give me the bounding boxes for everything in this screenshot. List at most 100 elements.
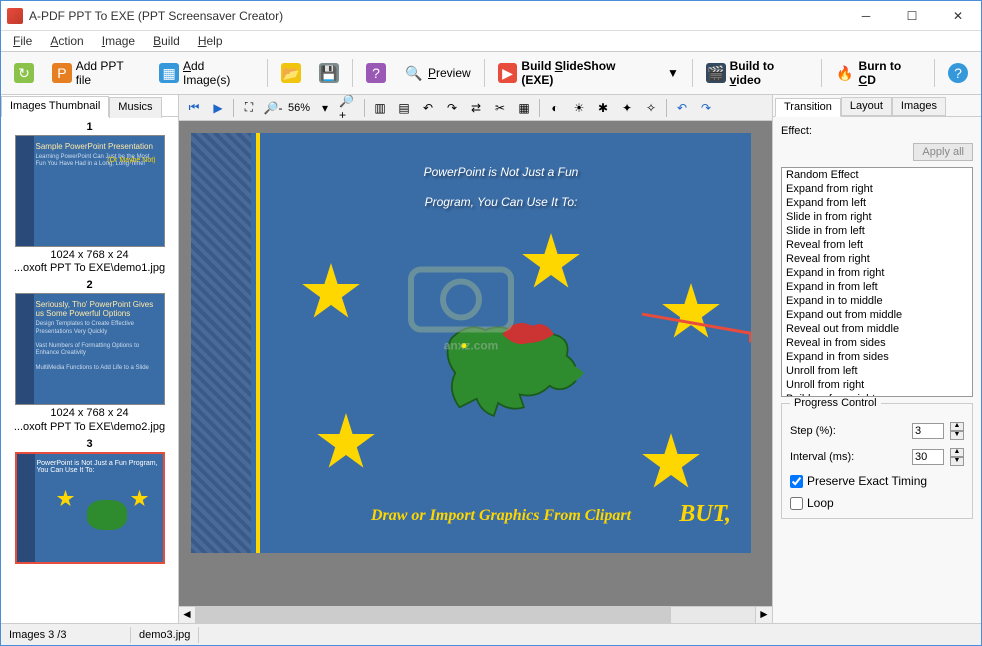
brightness-up-button[interactable]: ☀	[568, 98, 590, 118]
list-item[interactable]: Reveal out from middle	[782, 322, 972, 336]
fit-window-button[interactable]: ⛶	[238, 98, 260, 118]
film-icon: 🎬	[706, 63, 726, 83]
list-item[interactable]: Unroll from left	[782, 364, 972, 378]
main-toolbar: ↻ PAdd PPT file ▦Add Image(s) 📂 💾 ? 🔍Pre…	[1, 51, 981, 95]
tab-images[interactable]: Images	[892, 97, 946, 116]
menu-file[interactable]: File	[5, 32, 40, 50]
thumbnail-3[interactable]: 3 PowerPoint is Not Just a Fun Program, …	[5, 438, 174, 564]
step-up-button[interactable]: ▲	[950, 422, 964, 431]
add-ppt-button[interactable]: PAdd PPT file	[45, 57, 148, 89]
list-item[interactable]: Expand in from left	[782, 280, 972, 294]
list-item[interactable]: Slide in from right	[782, 210, 972, 224]
undo-button[interactable]: ↶	[671, 98, 693, 118]
build-slideshow-dropdown[interactable]: ▼	[660, 57, 686, 89]
list-item[interactable]: Expand in from sides	[782, 350, 972, 364]
flip-h-button[interactable]: ▥	[369, 98, 391, 118]
refresh-icon: ↻	[14, 63, 34, 83]
contrast-button[interactable]: ◐	[544, 98, 566, 118]
menu-bar: File Action Image Build Help	[1, 31, 981, 51]
help-small-button[interactable]: ?	[359, 57, 393, 89]
thumbnail-1[interactable]: 1 Sample PowerPoint PresentationLearning…	[5, 121, 174, 275]
menu-build[interactable]: Build	[145, 32, 188, 50]
list-item[interactable]: Expand from right	[782, 182, 972, 196]
mirror-button[interactable]: ⇄	[465, 98, 487, 118]
list-item[interactable]: Reveal in from sides	[782, 336, 972, 350]
effect1-button[interactable]: ✦	[616, 98, 638, 118]
horizontal-scrollbar[interactable]: ◄ ►	[179, 606, 772, 623]
slideshow-icon: ▶	[498, 63, 518, 83]
status-bar: Images 3 /3 demo3.jpg	[1, 623, 981, 645]
zoom-out-button[interactable]: 🔎-	[262, 98, 284, 118]
build-video-button[interactable]: 🎬Build to video	[699, 57, 815, 89]
preview-canvas[interactable]: PowerPoint is Not Just a FunProgram, You…	[179, 121, 772, 606]
rotate-right-button[interactable]: ↷	[441, 98, 463, 118]
add-images-button[interactable]: ▦Add Image(s)	[152, 57, 261, 89]
color-button[interactable]: ▦	[513, 98, 535, 118]
preserve-timing-checkbox[interactable]	[790, 475, 803, 488]
effect-label: Effect:	[781, 125, 973, 137]
app-icon	[7, 8, 23, 24]
refresh-button[interactable]: ↻	[7, 57, 41, 89]
slide-title: PowerPoint is Not Just a FunProgram, You…	[271, 153, 731, 213]
status-filename: demo3.jpg	[131, 627, 199, 643]
open-button[interactable]: 📂	[274, 57, 308, 89]
properties-panel: Transition Layout Images Effect: Apply a…	[773, 95, 981, 623]
step-down-button[interactable]: ▼	[950, 431, 964, 440]
list-item[interactable]: Expand in from right	[782, 266, 972, 280]
list-item[interactable]: Slide in from left	[782, 224, 972, 238]
effect-listbox[interactable]: Random Effect Expand from right Expand f…	[781, 167, 973, 397]
menu-action[interactable]: Action	[42, 32, 91, 50]
zoom-value: 56%	[286, 102, 312, 114]
menu-help[interactable]: Help	[190, 32, 231, 50]
annotation-arrow-head	[749, 331, 751, 343]
flip-v-button[interactable]: ▤	[393, 98, 415, 118]
brightness-down-button[interactable]: ✱	[592, 98, 614, 118]
flame-icon: 🔥	[835, 63, 855, 83]
interval-down-button[interactable]: ▼	[950, 457, 964, 466]
list-item[interactable]: Expand out from middle	[782, 308, 972, 322]
redo-button[interactable]: ↷	[695, 98, 717, 118]
minimize-button[interactable]: ─	[843, 1, 889, 31]
images-icon: ▦	[159, 63, 179, 83]
tab-layout[interactable]: Layout	[841, 97, 892, 116]
effect2-button[interactable]: ✧	[640, 98, 662, 118]
about-button[interactable]: ?	[941, 57, 975, 89]
thumbnail-list[interactable]: 1 Sample PowerPoint PresentationLearning…	[1, 117, 178, 623]
crop-button[interactable]: ✂	[489, 98, 511, 118]
rotate-left-button[interactable]: ↶	[417, 98, 439, 118]
status-images-count: Images 3 /3	[1, 627, 131, 643]
list-item[interactable]: Random Effect	[782, 168, 972, 182]
step-label: Step (%):	[790, 425, 906, 437]
list-item[interactable]: Reveal from left	[782, 238, 972, 252]
progress-control-group: Progress Control Step (%): ▲▼ Interval (…	[781, 403, 973, 519]
title-bar: A-PDF PPT To EXE (PPT Screensaver Creato…	[1, 1, 981, 31]
list-item[interactable]: Reveal from right	[782, 252, 972, 266]
maximize-button[interactable]: ☐	[889, 1, 935, 31]
interval-up-button[interactable]: ▲	[950, 448, 964, 457]
nav-first-button[interactable]: ⏮	[183, 98, 205, 118]
apply-all-button[interactable]: Apply all	[913, 143, 973, 161]
thumbnail-2[interactable]: 2 Seriously, Tho' PowerPoint Gives us So…	[5, 279, 174, 433]
tab-images-thumbnail[interactable]: Images Thumbnail	[1, 96, 109, 117]
close-button[interactable]: ✕	[935, 1, 981, 31]
burn-cd-button[interactable]: 🔥Burn to CD	[828, 57, 928, 89]
loop-checkbox[interactable]	[790, 497, 803, 510]
menu-image[interactable]: Image	[94, 32, 143, 50]
step-input[interactable]	[912, 423, 944, 439]
build-slideshow-button[interactable]: ▶Build SlideShow (EXE)	[491, 57, 656, 89]
help-icon: ?	[366, 63, 386, 83]
tab-musics[interactable]: Musics	[109, 97, 161, 118]
tab-transition[interactable]: Transition	[775, 98, 841, 117]
save-button[interactable]: 💾	[312, 57, 346, 89]
zoom-in-button[interactable]: 🔎+	[338, 98, 360, 118]
preview-button[interactable]: 🔍Preview	[397, 57, 478, 89]
list-item[interactable]: Expand in to middle	[782, 294, 972, 308]
folder-open-icon: 📂	[281, 63, 301, 83]
nav-play-button[interactable]: ▶	[207, 98, 229, 118]
dragon-graphic	[421, 313, 601, 433]
list-item[interactable]: Expand from left	[782, 196, 972, 210]
zoom-dropdown[interactable]: ▾	[314, 98, 336, 118]
preview-area: ⏮ ▶ ⛶ 🔎- 56% ▾ 🔎+ ▥ ▤ ↶ ↷ ⇄ ✂ ▦ ◐ ☀ ✱ ✦ …	[179, 95, 773, 623]
list-item[interactable]: Unroll from right	[782, 378, 972, 392]
interval-input[interactable]	[912, 449, 944, 465]
